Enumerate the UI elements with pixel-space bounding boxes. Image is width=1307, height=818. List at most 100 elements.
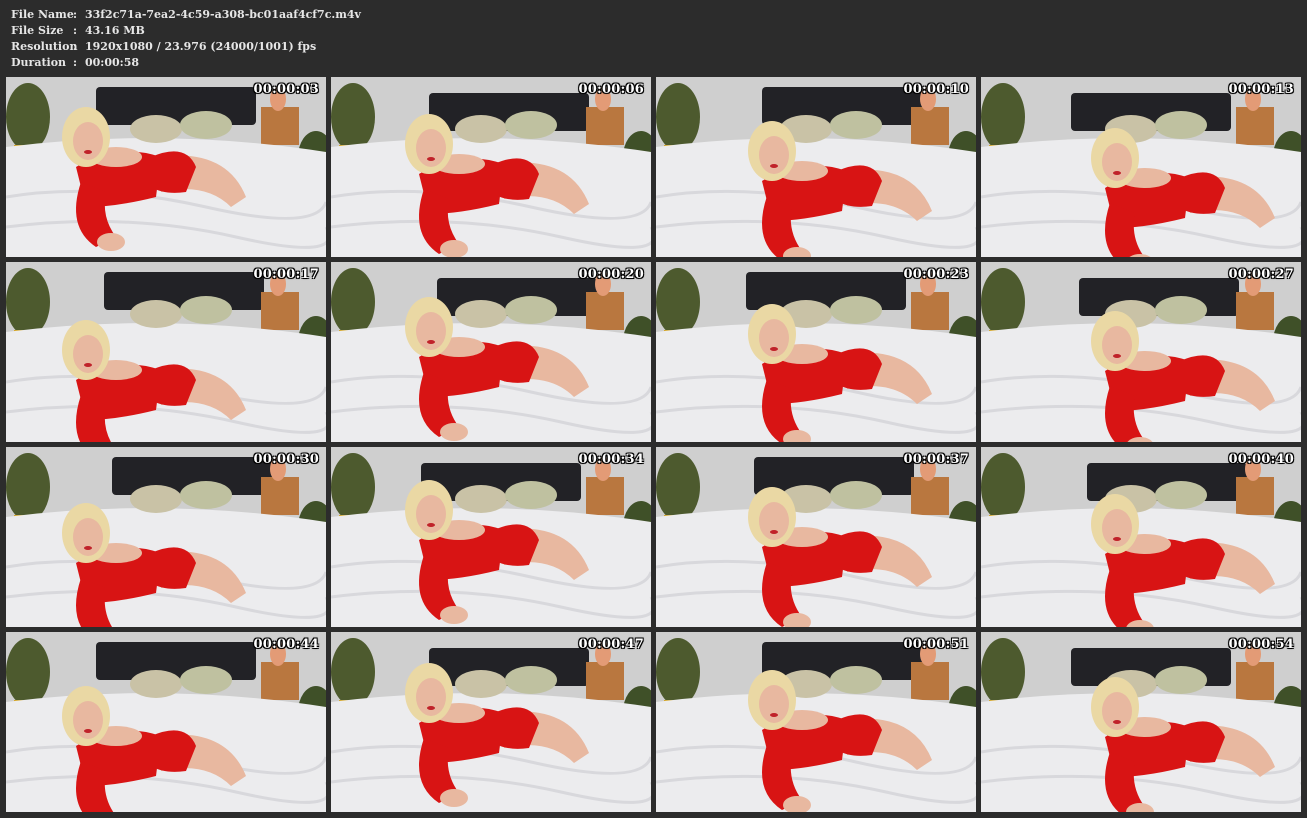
thumbnail-grid: 00:00:03 00:00:06 00:00:10 00:00:13 00:00:17… [6, 77, 1303, 812]
video-thumbnail: 00:00:37 [656, 447, 976, 627]
plant-left [331, 638, 375, 706]
figure-face [416, 495, 446, 533]
pillow [130, 115, 182, 143]
thumbnail-timestamp: 00:00:47 [578, 637, 644, 652]
figure-face [1102, 326, 1132, 364]
meta-separator: : [73, 24, 78, 37]
pillow [1155, 111, 1207, 139]
plant-left [6, 638, 50, 706]
thumbnail-timestamp: 00:00:51 [903, 637, 969, 652]
thumbnail-scene [656, 77, 976, 257]
plant-left [6, 268, 50, 336]
plant-left [981, 638, 1025, 706]
figure-face [416, 312, 446, 350]
headboard [96, 642, 256, 680]
video-thumbnail: 00:00:23 [656, 262, 976, 442]
meta-value: 00:00:58 [85, 56, 140, 69]
pillow [1155, 481, 1207, 509]
thumbnail-scene [6, 632, 326, 812]
pillow [505, 111, 557, 139]
thumbnail-scene [981, 447, 1301, 627]
thumbnail-scene [656, 262, 976, 442]
video-thumbnail: 00:00:27 [981, 262, 1301, 442]
pillow [505, 296, 557, 324]
pillow [130, 670, 182, 698]
figure-face [73, 122, 103, 160]
meta-row-duration: Duration : 00:00:58 [11, 55, 361, 71]
plant-left [981, 268, 1025, 336]
thumbnail-timestamp: 00:00:10 [903, 82, 969, 97]
figure-face [1102, 692, 1132, 730]
pillow [130, 300, 182, 328]
plant-left [981, 453, 1025, 521]
video-thumbnail: 00:00:40 [981, 447, 1301, 627]
figure-face [759, 502, 789, 540]
video-thumbnail: 00:00:20 [331, 262, 651, 442]
meta-row-file-name: File Name : 33f2c71a-7ea2-4c59-a308-bc01… [11, 7, 361, 23]
thumbnail-timestamp: 00:00:03 [253, 82, 319, 97]
plant-left [656, 638, 700, 706]
headboard [96, 87, 256, 125]
plant-left [981, 83, 1025, 151]
pillow [180, 296, 232, 324]
figure-face [73, 518, 103, 556]
nightstand [586, 107, 624, 145]
figure-face [1102, 143, 1132, 181]
video-thumbnail: 00:00:47 [331, 632, 651, 812]
thumbnail-scene [331, 632, 651, 812]
thumbnail-scene [656, 447, 976, 627]
figure-lips [84, 546, 92, 550]
nightstand [1236, 477, 1274, 515]
pillow [505, 481, 557, 509]
thumbnail-scene [981, 262, 1301, 442]
figure-face [759, 319, 789, 357]
thumbnail-timestamp: 00:00:23 [903, 267, 969, 282]
thumbnail-timestamp: 00:00:44 [253, 637, 319, 652]
pillow [1155, 666, 1207, 694]
thumbnail-scene [6, 262, 326, 442]
nightstand [261, 292, 299, 330]
pillow [180, 111, 232, 139]
plant-left [656, 453, 700, 521]
figure-face [759, 136, 789, 174]
figure-hands [440, 423, 468, 441]
figure-lips [84, 729, 92, 733]
plant-left [656, 268, 700, 336]
nightstand [586, 477, 624, 515]
meta-separator: : [73, 8, 78, 21]
figure-lips [1113, 354, 1121, 358]
pillow [455, 670, 507, 698]
plant-left [6, 83, 50, 151]
thumbnail-scene [981, 632, 1301, 812]
nightstand [911, 292, 949, 330]
pillow [180, 666, 232, 694]
figure-face [73, 335, 103, 373]
plant-left [6, 453, 50, 521]
nightstand [586, 662, 624, 700]
nightstand [1236, 107, 1274, 145]
thumbnail-timestamp: 00:00:06 [578, 82, 644, 97]
figure-lips [770, 713, 778, 717]
figure-lips [84, 150, 92, 154]
figure-face [416, 678, 446, 716]
thumbnail-timestamp: 00:00:20 [578, 267, 644, 282]
figure-hands [97, 233, 125, 251]
video-thumbnail: 00:00:03 [6, 77, 326, 257]
thumbnail-timestamp: 00:00:17 [253, 267, 319, 282]
video-thumbnail: 00:00:17 [6, 262, 326, 442]
thumbnail-scene [331, 262, 651, 442]
thumbnail-timestamp: 00:00:13 [1228, 82, 1294, 97]
meta-value: 43.16 MB [85, 24, 145, 37]
meta-separator: : [73, 56, 78, 69]
nightstand [911, 107, 949, 145]
figure-lips [427, 157, 435, 161]
pillow [455, 115, 507, 143]
meta-key: File Name [11, 8, 74, 21]
figure-lips [770, 347, 778, 351]
nightstand [261, 662, 299, 700]
video-thumbnail: 00:00:34 [331, 447, 651, 627]
thumbnail-timestamp: 00:00:27 [1228, 267, 1294, 282]
nightstand [911, 662, 949, 700]
thumbnail-scene [6, 447, 326, 627]
pillow [1155, 296, 1207, 324]
